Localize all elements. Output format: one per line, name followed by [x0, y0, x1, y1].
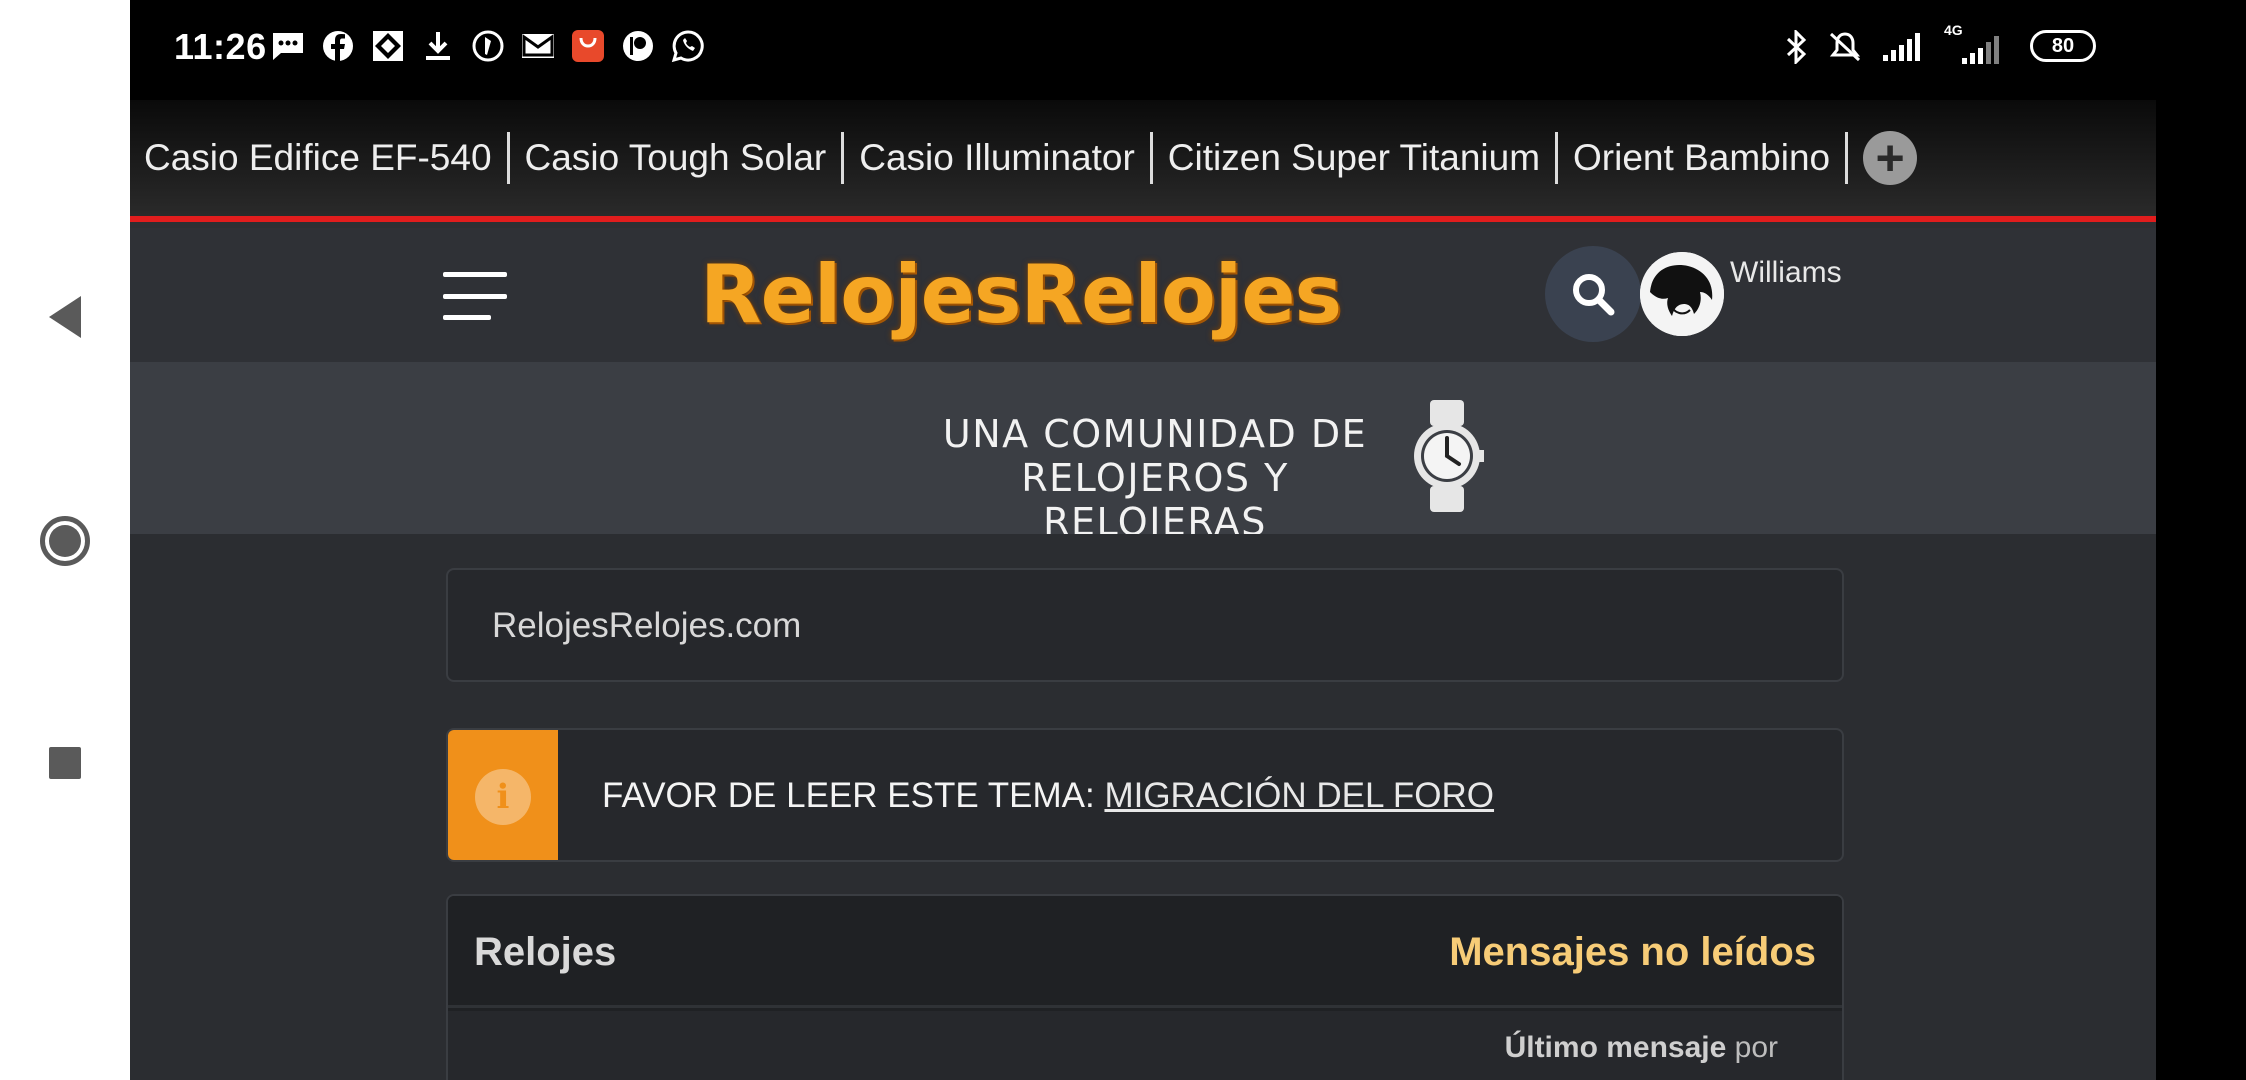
aliexpress-icon	[570, 28, 606, 64]
status-bar: 11:26 4G 80	[130, 0, 2156, 100]
right-edge	[2156, 0, 2246, 1080]
browser-screen: 11:26 4G 80 Casio Edifice EF-540 Casio T…	[130, 0, 2156, 1080]
tab-casio-edifice[interactable]: Casio Edifice EF-540	[144, 132, 510, 184]
tab-orient-bambino[interactable]: Orient Bambino	[1558, 132, 1849, 184]
info-icon: i	[475, 769, 531, 825]
android-nav-bar	[0, 0, 130, 1080]
recents-button[interactable]	[0, 708, 130, 818]
notice-link[interactable]: MIGRACIÓN DEL FORO	[1104, 776, 1494, 815]
back-icon	[49, 296, 81, 338]
facebook-icon	[320, 28, 356, 64]
tab-strip: Casio Edifice EF-540 Casio Tough Solar C…	[130, 100, 2156, 222]
last-message-label: Último mensaje	[1504, 1031, 1727, 1064]
gmail-icon	[520, 28, 556, 64]
photos-icon	[370, 28, 406, 64]
menu-icon[interactable]	[443, 272, 507, 320]
notice-text: FAVOR DE LEER ESTE TEMA: MIGRACIÓN DEL F…	[602, 776, 1494, 816]
last-message-suffix: por	[1726, 1031, 1778, 1064]
banner-line-1: UNA COMUNIDAD DE	[942, 412, 1368, 456]
forum-section-title[interactable]: Relojes	[474, 930, 616, 975]
clock: 11:26	[174, 26, 267, 67]
home-icon	[40, 516, 90, 566]
watch-icon	[1414, 400, 1484, 512]
search-button[interactable]	[1545, 246, 1641, 342]
main-content: RelojesRelojes.com i FAVOR DE LEER ESTE …	[130, 534, 2156, 1080]
username[interactable]: Williams	[1730, 256, 1842, 290]
back-button[interactable]	[0, 262, 130, 372]
forum-section: Relojes Mensajes no leídos Último mensaj…	[446, 894, 1844, 1080]
patreon-icon	[620, 28, 656, 64]
system-icons: 4G 80	[1785, 22, 2096, 64]
banner-line-2: RELOJEROS Y RELOJERAS	[1021, 456, 1289, 544]
forum-column-header: Último mensaje por	[448, 1011, 1842, 1080]
tab-casio-illuminator[interactable]: Casio Illuminator	[844, 132, 1153, 184]
notice-box: i FAVOR DE LEER ESTE TEMA: MIGRACIÓN DEL…	[446, 728, 1844, 862]
home-button[interactable]	[0, 486, 130, 596]
4g-signal-icon: 4G	[1940, 22, 2010, 64]
download-icon	[420, 28, 456, 64]
community-banner: UNA COMUNIDAD DE RELOJEROS Y RELOJERAS	[130, 362, 2156, 544]
battery-indicator: 80	[2030, 30, 2096, 62]
message-icon	[270, 28, 306, 64]
notification-icons	[270, 28, 706, 64]
last-message-header: Último mensaje por	[1505, 1031, 1778, 1065]
whatsapp-icon	[670, 28, 706, 64]
notice-prefix: FAVOR DE LEER ESTE TEMA:	[602, 776, 1105, 815]
unread-messages-link[interactable]: Mensajes no leídos	[1449, 930, 1816, 975]
tab-casio-tough-solar[interactable]: Casio Tough Solar	[510, 132, 845, 184]
network-label: 4G	[1944, 22, 1963, 38]
site-logo[interactable]: RelojesRelojes	[700, 248, 1342, 341]
signal-icon	[1883, 31, 1920, 61]
breadcrumb-home-link[interactable]: RelojesRelojes.com	[492, 606, 801, 646]
breadcrumb: RelojesRelojes.com	[446, 568, 1844, 682]
avatar[interactable]	[1640, 252, 1724, 336]
forum-section-header: Relojes Mensajes no leídos	[448, 896, 1842, 1008]
tab-citizen-super-titanium[interactable]: Citizen Super Titanium	[1153, 132, 1559, 184]
bluetooth-icon	[1785, 28, 1807, 64]
maps-icon	[470, 28, 506, 64]
site-header: RelojesRelojes Williams	[130, 228, 2156, 362]
recents-icon	[49, 747, 81, 779]
banner-text: UNA COMUNIDAD DE RELOJEROS Y RELOJERAS	[920, 412, 1390, 544]
mute-icon	[1827, 28, 1863, 64]
notice-icon-box: i	[448, 730, 558, 860]
add-tab-button[interactable]: +	[1863, 131, 1918, 185]
search-icon	[1573, 274, 1615, 316]
